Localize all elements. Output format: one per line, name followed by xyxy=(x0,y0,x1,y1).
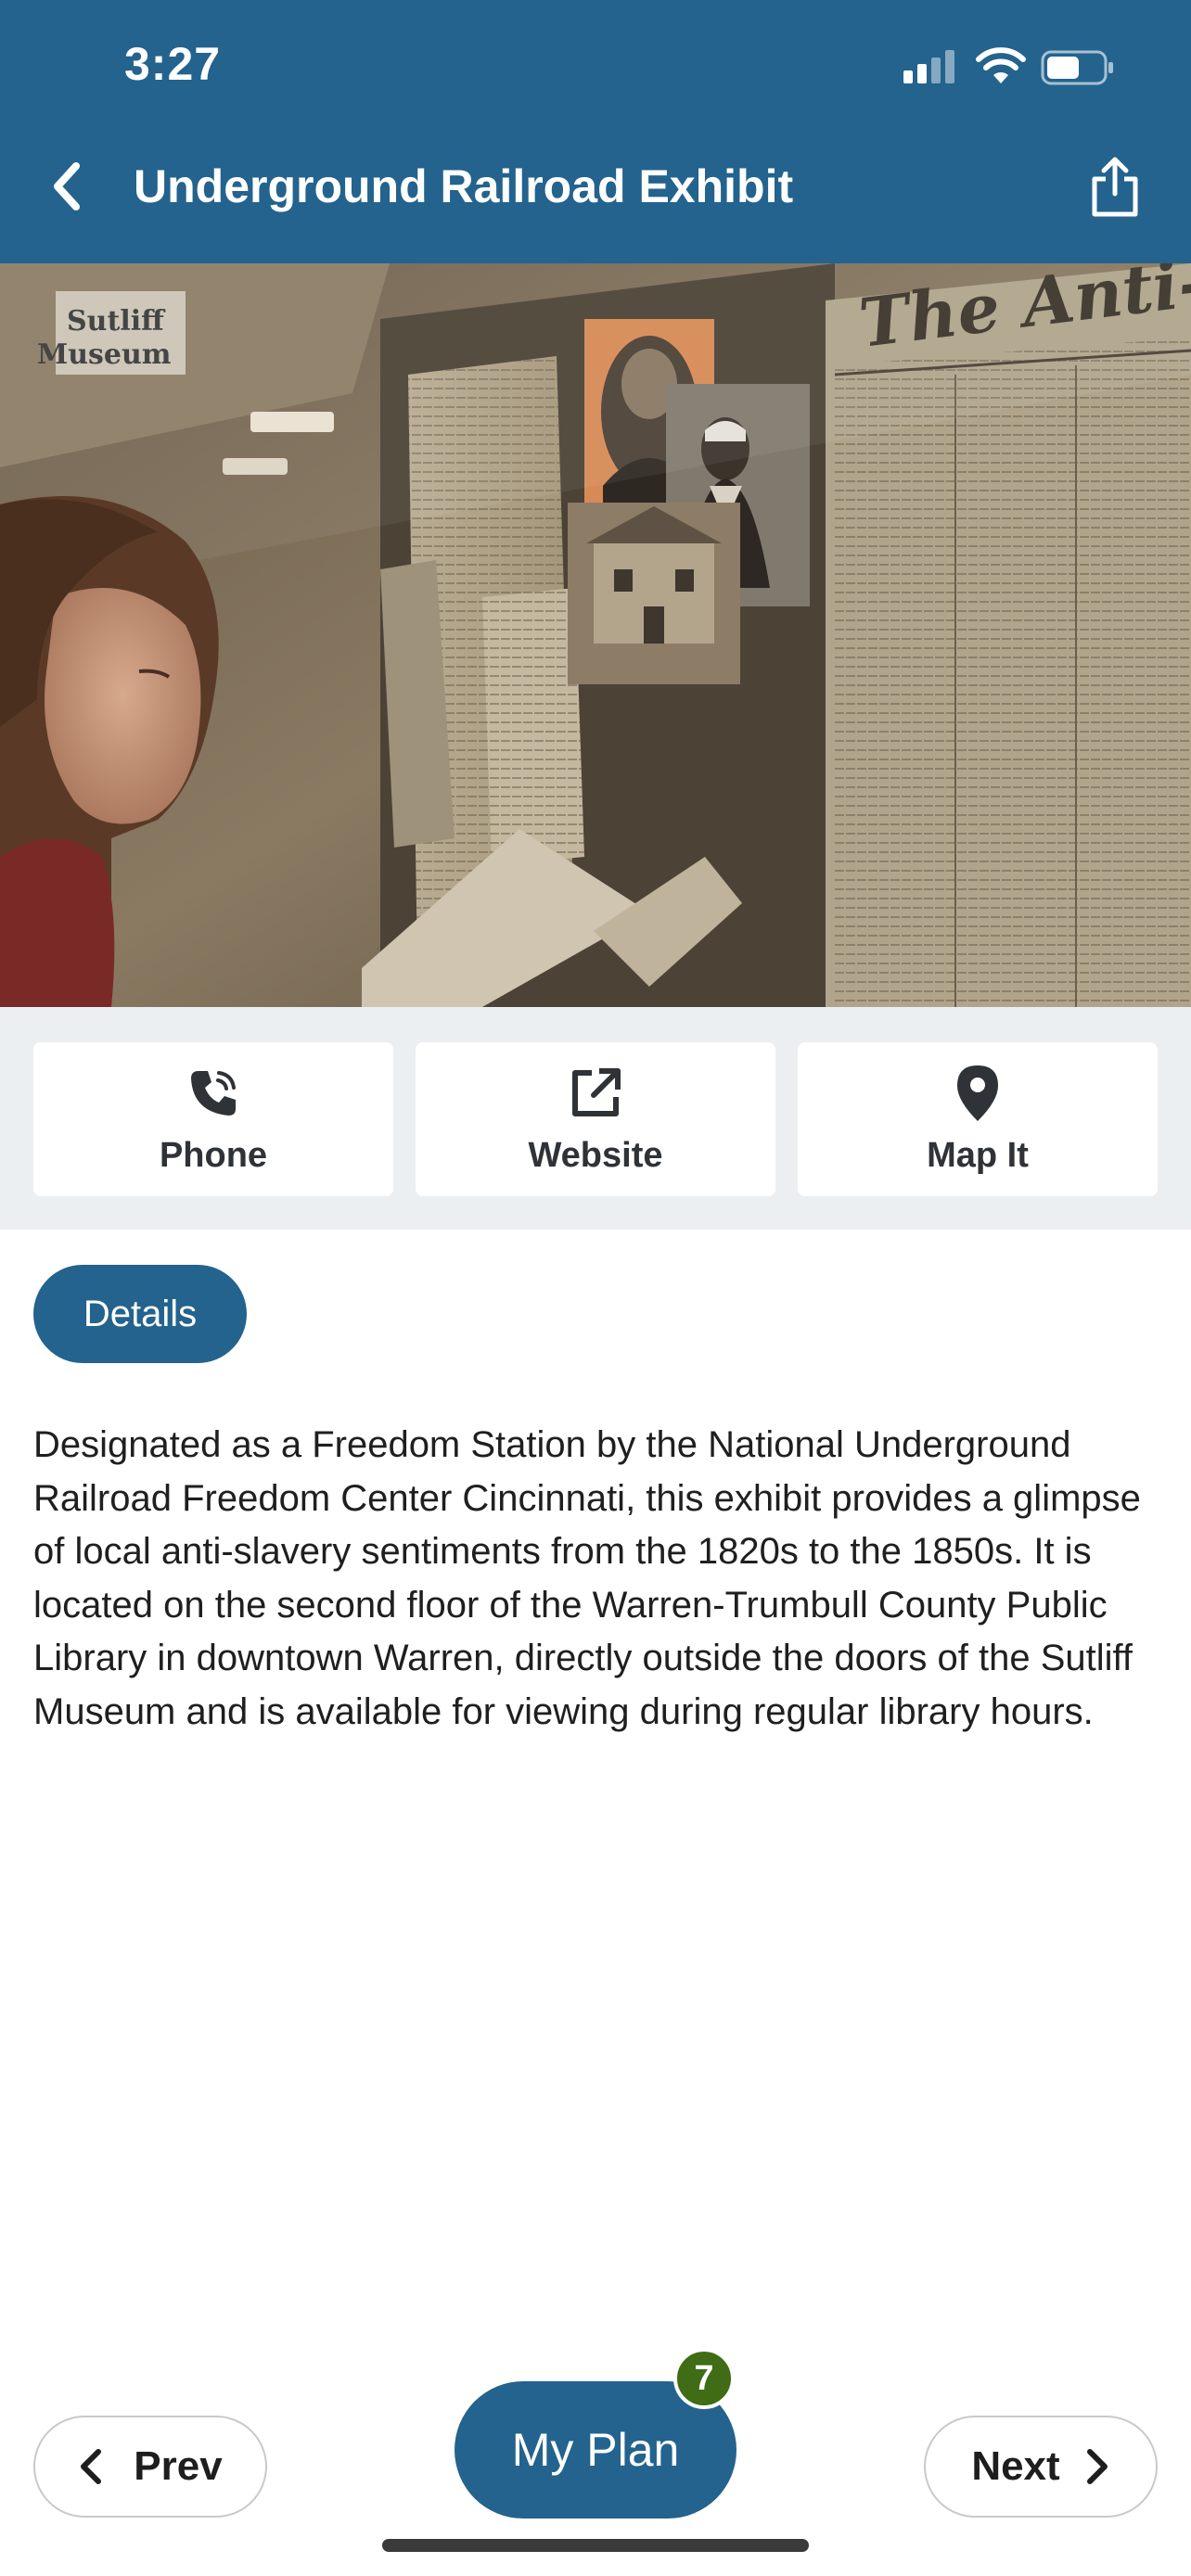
exhibit-photo: Sutliff Museum The Anti-Sl xyxy=(0,263,1191,1007)
prev-label: Prev xyxy=(134,2443,223,2489)
my-plan-label: My Plan xyxy=(511,2424,680,2476)
map-it-button[interactable]: Map It xyxy=(798,1042,1158,1196)
phone-label: Phone xyxy=(159,1135,268,1175)
website-label: Website xyxy=(528,1135,663,1175)
my-plan-count-badge: 7 xyxy=(673,2348,735,2409)
map-pin-icon xyxy=(957,1065,998,1121)
back-button[interactable] xyxy=(37,148,96,224)
chevron-right-icon xyxy=(1086,2449,1108,2484)
map-it-label: Map It xyxy=(927,1135,1029,1175)
wifi-icon xyxy=(976,47,1026,83)
action-bar: Phone Website Map It xyxy=(0,1007,1191,1230)
home-indicator xyxy=(382,2539,809,2552)
page-title: Underground Railroad Exhibit xyxy=(134,160,794,212)
share-icon xyxy=(1092,157,1138,217)
share-button[interactable] xyxy=(1076,148,1154,226)
status-time: 3:27 xyxy=(124,38,222,90)
chevron-left-icon xyxy=(54,162,80,210)
next-button[interactable]: Next xyxy=(924,2416,1158,2518)
phone-button[interactable]: Phone xyxy=(33,1042,393,1196)
cellular-signal-icon xyxy=(903,50,954,83)
hero-image: Sutliff Museum The Anti-Sl xyxy=(0,263,1191,1007)
phone-icon xyxy=(191,1070,236,1116)
website-button[interactable]: Website xyxy=(416,1042,775,1196)
app-header: 3:27 Underground Railroad Exhibit xyxy=(0,0,1191,263)
tab-details[interactable]: Details xyxy=(33,1265,247,1363)
external-link-icon xyxy=(572,1067,621,1116)
next-label: Next xyxy=(971,2443,1060,2489)
battery-icon xyxy=(1041,50,1113,85)
prev-button[interactable]: Prev xyxy=(33,2416,267,2518)
description-text: Designated as a Freedom Station by the N… xyxy=(33,1424,1141,1732)
status-icons xyxy=(902,46,1115,87)
chevron-left-icon xyxy=(81,2449,102,2484)
